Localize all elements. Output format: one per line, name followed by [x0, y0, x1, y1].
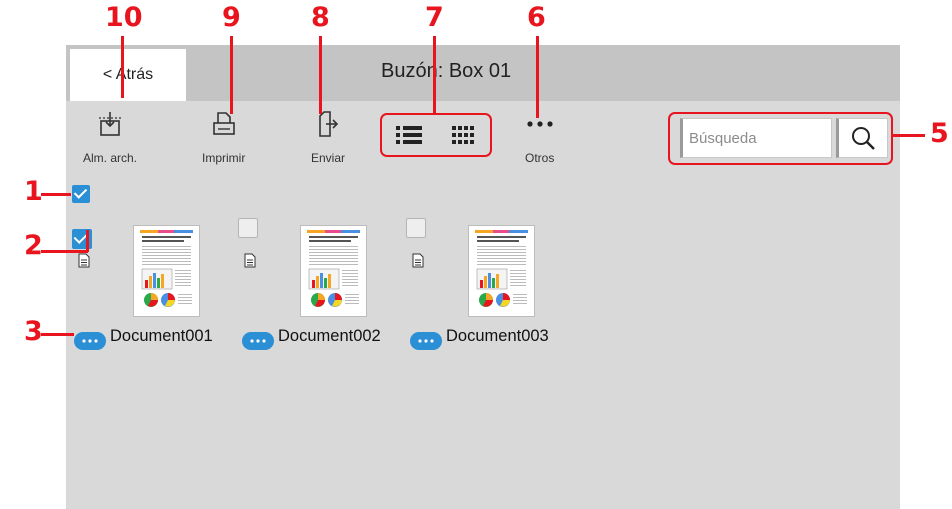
callout-8: 8	[311, 2, 330, 33]
page-title: Buzón: Box 01	[381, 60, 512, 82]
store-file-label: Alm. arch.	[83, 151, 138, 165]
callout-line-2-vertical	[86, 230, 89, 252]
callout-line-3	[41, 333, 74, 336]
document-file-icon	[412, 253, 424, 268]
callout-10: 10	[105, 2, 143, 33]
document-thumbnail[interactable]	[300, 225, 367, 317]
document-checkbox[interactable]	[238, 218, 258, 238]
callout-9: 9	[222, 2, 241, 33]
send-button[interactable]: Enviar	[311, 109, 345, 165]
search-button[interactable]	[836, 118, 888, 158]
thumbnail-view-icon[interactable]	[448, 122, 478, 148]
print-label: Imprimir	[202, 151, 246, 165]
document-menu-button[interactable]	[410, 332, 442, 350]
thumbnail-preview	[140, 230, 193, 307]
print-button[interactable]: Imprimir	[202, 109, 245, 165]
callout-5: 5	[930, 118, 949, 149]
more-dots-icon	[526, 109, 554, 139]
thumbnail-preview	[307, 230, 360, 307]
search-input[interactable]	[680, 118, 832, 158]
document-file-icon	[244, 253, 256, 268]
send-label: Enviar	[311, 151, 346, 165]
thumbnail-preview	[475, 230, 528, 307]
callout-2: 2	[24, 230, 43, 261]
back-button[interactable]: < Atrás	[70, 49, 186, 101]
more-dots-icon	[82, 339, 98, 343]
document-name: Document002	[278, 327, 381, 345]
select-all-checkbox[interactable]	[72, 185, 90, 203]
store-file-icon	[98, 109, 122, 139]
document-menu-button[interactable]	[74, 332, 106, 350]
callout-3: 3	[24, 316, 43, 347]
callout-line-7	[433, 36, 436, 113]
callout-line-5	[893, 134, 925, 137]
callout-line-9	[230, 36, 233, 114]
list-view-icon[interactable]	[394, 122, 424, 148]
document-checkbox[interactable]	[72, 229, 92, 249]
search-area	[668, 112, 893, 165]
callout-1: 1	[24, 176, 43, 207]
callout-6: 6	[527, 2, 546, 33]
document-thumbnail[interactable]	[133, 225, 200, 317]
other-label: Otros	[525, 151, 555, 165]
document-name: Document001	[110, 327, 213, 345]
more-dots-icon	[418, 339, 434, 343]
callout-line-2	[41, 250, 88, 253]
document-thumbnail[interactable]	[468, 225, 535, 317]
search-icon	[852, 127, 875, 150]
callout-line-1	[41, 193, 71, 196]
more-dots-icon	[250, 339, 266, 343]
callout-line-10	[121, 36, 124, 98]
document-menu-button[interactable]	[242, 332, 274, 350]
box-screen: < Atrás Buzón: Box 01 Alm. arch. Imprimi…	[66, 45, 900, 509]
store-file-button[interactable]: Alm. arch.	[83, 109, 137, 165]
title-bar: < Atrás Buzón: Box 01	[66, 45, 900, 101]
callout-line-8	[319, 36, 322, 114]
document-file-icon	[78, 253, 90, 268]
view-toggle-group	[380, 113, 492, 157]
document-name: Document003	[446, 327, 549, 345]
callout-line-6	[536, 36, 539, 118]
callout-7: 7	[425, 2, 444, 33]
other-button[interactable]: Otros	[525, 109, 554, 165]
document-checkbox[interactable]	[406, 218, 426, 238]
